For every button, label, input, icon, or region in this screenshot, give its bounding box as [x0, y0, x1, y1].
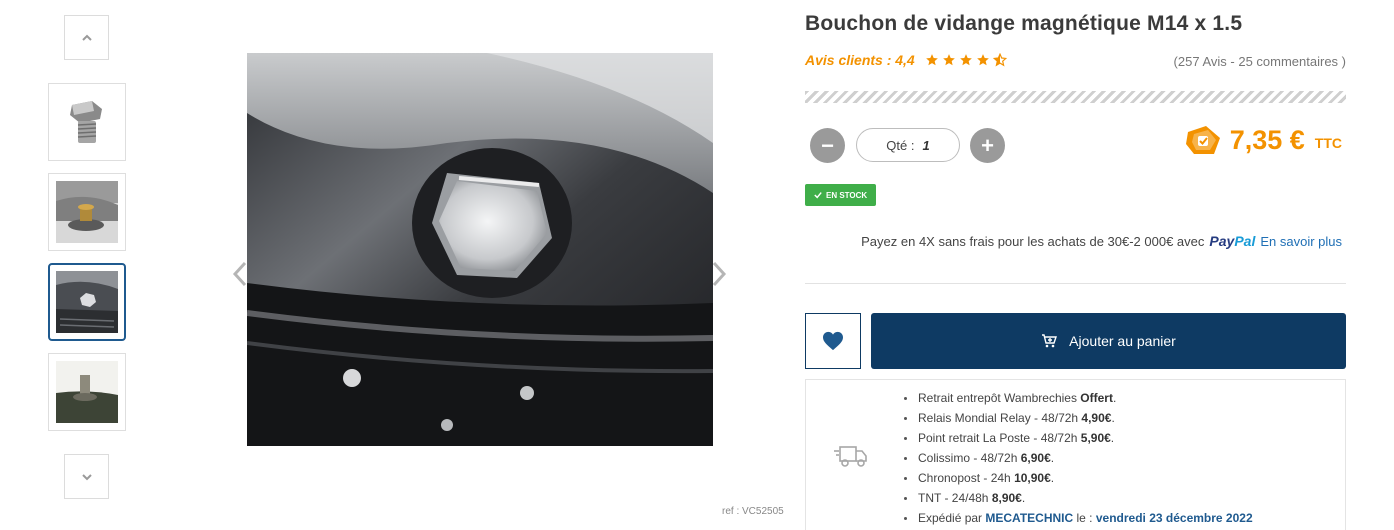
price-tax-suffix: TTC — [1314, 135, 1342, 151]
next-image-button[interactable] — [708, 257, 730, 291]
thumbnail-image — [56, 181, 118, 243]
paypal-logo-part2: Pal — [1234, 233, 1256, 249]
truck-icon — [834, 446, 867, 467]
review-count[interactable]: (257 Avis - 25 commentaires ) — [1174, 54, 1346, 69]
price-amount: 7,35 € — [1229, 124, 1305, 155]
star-half-icon — [992, 53, 1007, 67]
shipping-item: Retrait entrepôt Wambrechies Offert. — [902, 388, 1253, 408]
paypal-logo-part1: Pay — [1209, 233, 1235, 249]
chevron-up-icon — [81, 34, 92, 41]
paypal-learn-more-link[interactable]: En savoir plus — [1260, 234, 1342, 249]
product-reference: ref : VC52505 — [722, 506, 784, 517]
chevron-left-icon — [232, 261, 247, 287]
divider — [805, 283, 1346, 284]
product-title: Bouchon de vidange magnétique M14 x 1.5 — [805, 12, 1243, 35]
shipping-item: TNT - 24/48h 8,90€. — [902, 488, 1253, 508]
thumbnail-3[interactable] — [48, 263, 126, 341]
quantity-decrease-button[interactable]: − — [810, 128, 845, 163]
stock-label: EN STOCK — [826, 190, 868, 200]
add-to-cart-label: Ajouter au panier — [1069, 333, 1176, 349]
heart-icon — [823, 331, 843, 351]
quantity-input[interactable]: Qté : 1 — [856, 128, 960, 162]
star-full-icon — [925, 54, 938, 66]
shipping-item: Chronopost - 24h 10,90€. — [902, 468, 1253, 488]
product-photo — [247, 53, 713, 446]
quantity-increase-button[interactable]: + — [970, 128, 1005, 163]
customer-rating[interactable]: Avis clients : 4,4 — [805, 52, 1007, 68]
shipping-date: vendredi 23 décembre 2022 — [1095, 511, 1253, 525]
thumbnail-4[interactable] — [48, 353, 126, 431]
thumbnail-image — [56, 91, 118, 153]
shipping-item: Relais Mondial Relay - 48/72h 4,90€. — [902, 408, 1253, 428]
seller-link[interactable]: MECATECHNIC — [985, 511, 1073, 525]
check-icon — [814, 192, 822, 199]
paypal-installments: Payez en 4X sans frais pour les achats d… — [861, 233, 1342, 249]
chevron-down-icon — [81, 473, 92, 480]
minus-icon: − — [821, 132, 834, 158]
add-to-wishlist-button[interactable] — [805, 313, 861, 369]
shipping-item: Point retrait La Poste - 48/72h 5,90€. — [902, 428, 1253, 448]
previous-image-button[interactable] — [229, 257, 251, 291]
paypal-text: Payez en 4X sans frais pour les achats d… — [861, 233, 1205, 249]
thumbnail-image — [56, 361, 118, 423]
chevron-right-icon — [712, 261, 727, 287]
section-divider-striped — [805, 91, 1346, 103]
shipping-options: Retrait entrepôt Wambrechies Offert. Rel… — [805, 379, 1346, 530]
rating-stars — [925, 53, 1007, 67]
main-product-image — [247, 53, 713, 446]
thumbnail-1[interactable] — [48, 83, 126, 161]
paypal-logo: PayPal — [1209, 233, 1255, 249]
thumbnail-2[interactable] — [48, 173, 126, 251]
price-block: 7,35 € TTC — [1184, 124, 1342, 156]
thumbnail-image — [56, 271, 118, 333]
quantity-value: 1 — [922, 137, 930, 153]
stock-badge: EN STOCK — [805, 184, 877, 206]
shipping-list: Retrait entrepôt Wambrechies Offert. Rel… — [902, 388, 1253, 528]
price-tag-icon — [1184, 124, 1222, 156]
star-full-icon — [942, 54, 955, 66]
star-full-icon — [976, 54, 989, 66]
star-full-icon — [959, 54, 972, 66]
add-to-cart-button[interactable]: Ajouter au panier — [871, 313, 1346, 369]
shipping-item: Colissimo - 48/72h 6,90€. — [902, 448, 1253, 468]
quantity-label: Qté : — [886, 137, 915, 153]
thumbnail-scroll-down-button[interactable] — [64, 454, 109, 499]
rating-label: Avis clients : 4,4 — [805, 52, 915, 68]
shipping-expedition: Expédié par MECATECHNIC le : vendredi 23… — [902, 508, 1253, 528]
plus-icon: + — [981, 132, 994, 158]
thumbnail-scroll-up-button[interactable] — [64, 15, 109, 60]
cart-add-icon — [1042, 334, 1058, 348]
